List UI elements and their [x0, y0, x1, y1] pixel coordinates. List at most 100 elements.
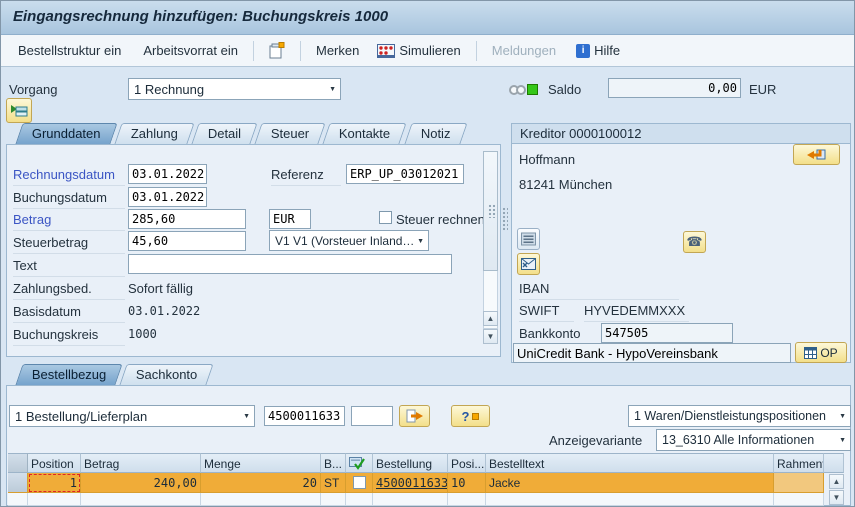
steuer-rechnen-checkbox[interactable]	[379, 211, 392, 224]
col-pos[interactable]: Posi...	[448, 453, 486, 473]
vendor-display-button[interactable]	[793, 144, 840, 165]
cell-pos[interactable]: 10	[448, 473, 486, 493]
tab-notiz[interactable]: Notiz	[403, 123, 467, 144]
anzeigevariante-select[interactable]: 13_6310 Alle Informationen ▼	[656, 429, 851, 451]
merken-button[interactable]: Merken	[309, 39, 366, 62]
phone-button[interactable]: ☎	[683, 231, 706, 253]
panel-splitter-handle[interactable]	[502, 207, 508, 231]
mail-button[interactable]	[517, 253, 540, 275]
tab-steuer[interactable]: Steuer	[254, 123, 326, 144]
zahlungsbed-value: Sofort fällig	[128, 281, 194, 296]
scroll-up-button[interactable]: ▲	[483, 311, 498, 326]
hilfe-button[interactable]: i Hilfe	[569, 39, 627, 62]
meldungen-button[interactable]: Meldungen	[485, 39, 563, 62]
toolbar-separator	[299, 40, 301, 61]
simulate-abacus-icon	[377, 43, 396, 58]
col-bme[interactable]: B...	[321, 453, 346, 473]
col-ok-flag[interactable]	[346, 453, 373, 473]
adopt-button[interactable]	[399, 405, 430, 427]
search-help-button[interactable]: ?	[451, 405, 490, 427]
zahlungsbed-label: Zahlungsbed.	[13, 281, 125, 300]
positionstyp-value: 1 Waren/Dienstleistungspositionen	[634, 409, 827, 423]
bestellstruktur-button[interactable]: Bestellstruktur ein	[11, 39, 128, 62]
tab-zahlung[interactable]: Zahlung	[114, 123, 195, 144]
title-bar: Eingangsrechnung hinzufügen: Buchungskre…	[1, 1, 854, 35]
tab-label: Notiz	[420, 126, 450, 141]
balance-status-lights	[509, 82, 538, 100]
scrollbar-thumb[interactable]	[483, 151, 498, 271]
tab-sachkonto[interactable]: Sachkonto	[119, 364, 215, 385]
table-row-empty[interactable]	[8, 493, 824, 506]
chevron-down-icon: ▼	[417, 238, 424, 245]
select-all-cell[interactable]	[8, 453, 28, 473]
betrag-input[interactable]: 285,60	[128, 209, 246, 229]
col-position[interactable]: Position	[28, 453, 81, 473]
bent-arrow-icon	[806, 149, 825, 160]
bankkonto-field[interactable]: 547505	[601, 323, 733, 343]
cell-ok-flag[interactable]	[346, 473, 373, 493]
scroll-up-icon: ▲	[486, 314, 495, 323]
buchungsdatum-input[interactable]: 03.01.2022	[128, 187, 207, 207]
steuerbetrag-input[interactable]: 45,60	[128, 231, 246, 251]
op-list-button[interactable]: OP	[795, 342, 847, 363]
swift-label: SWIFT	[519, 303, 574, 322]
po-structure-button[interactable]	[6, 98, 32, 123]
col-bestellung[interactable]: Bestellung	[373, 453, 448, 473]
list-icon	[521, 232, 536, 246]
col-menge[interactable]: Menge	[201, 453, 321, 473]
chevron-down-icon: ▼	[329, 86, 336, 93]
cell-rahmen[interactable]	[774, 473, 824, 493]
clipboard-button[interactable]	[262, 38, 292, 63]
bestellnummer-input[interactable]: 4500011633	[264, 406, 345, 426]
vorgang-select[interactable]: 1 Rechnung ▼	[128, 78, 341, 100]
swift-value: HYVEDEMMXXX	[584, 303, 689, 322]
tab-kontakte[interactable]: Kontakte	[322, 123, 408, 144]
tab-label: Kontakte	[339, 126, 391, 141]
table-row[interactable]: 1 240,00 20 ST 4500011633 10 Jacke	[8, 473, 824, 493]
arbeitsvorrat-button[interactable]: Arbeitsvorrat ein	[136, 39, 245, 62]
buchungskreis-value: 1000	[128, 327, 157, 341]
referenztyp-select[interactable]: 1 Bestellung/Lieferplan ▼	[9, 405, 255, 427]
ok-checkbox[interactable]	[352, 476, 366, 489]
cell-menge[interactable]: 20	[201, 473, 321, 493]
row-selector[interactable]	[8, 473, 28, 493]
tab-bestellbezug[interactable]: Bestellbezug	[15, 364, 124, 385]
col-rahmen[interactable]: Rahmenv	[774, 453, 824, 473]
tab-label: Grunddaten	[31, 126, 101, 141]
page-title: Eingangsrechnung hinzufügen: Buchungskre…	[13, 8, 389, 25]
row-selector[interactable]	[8, 493, 28, 506]
waehrung-input[interactable]: EUR	[269, 209, 311, 229]
simulieren-button[interactable]: Simulieren	[370, 39, 467, 62]
saldo-field: 0,00	[608, 78, 741, 98]
cell-bme[interactable]: ST	[321, 473, 346, 493]
table-scroll-down-button[interactable]: ▼	[829, 490, 844, 505]
bestellung-link[interactable]: 4500011633	[376, 476, 447, 490]
tab-label: Steuer	[270, 126, 310, 141]
rechnungsdatum-input[interactable]: 03.01.2022	[128, 164, 207, 184]
text-label: Text	[13, 258, 125, 277]
grip-dots-icon	[488, 204, 496, 218]
col-betrag[interactable]: Betrag	[81, 453, 201, 473]
tab-grunddaten[interactable]: Grunddaten	[15, 123, 118, 144]
address-list-button[interactable]	[517, 228, 540, 250]
steuerkennzeichen-select[interactable]: V1 V1 (Vorsteuer Inland… ▼	[269, 230, 429, 251]
cell-empty	[28, 493, 81, 506]
anzeigevariante-label: Anzeigevariante	[549, 433, 643, 448]
text-input[interactable]	[128, 254, 452, 274]
cell-empty	[448, 493, 486, 506]
position-input[interactable]	[351, 406, 393, 426]
cell-empty	[774, 493, 824, 506]
positionstyp-select[interactable]: 1 Waren/Dienstleistungspositionen ▼	[628, 405, 851, 427]
col-bestelltext[interactable]: Bestelltext	[486, 453, 774, 473]
cell-betrag[interactable]: 240,00	[81, 473, 201, 493]
table-scroll-up-button[interactable]: ▲	[829, 474, 844, 489]
scroll-down-button[interactable]: ▼	[483, 329, 498, 344]
rechnungsdatum-label: Rechnungsdatum	[13, 167, 125, 186]
cell-position[interactable]: 1	[28, 473, 81, 493]
kreditor-name: Hoffmann	[519, 152, 576, 167]
referenz-input[interactable]: ERP_UP_03012021	[346, 164, 464, 184]
tab-detail[interactable]: Detail	[191, 123, 258, 144]
cell-bestellung[interactable]: 4500011633	[373, 473, 448, 493]
cell-bestelltext[interactable]: Jacke	[486, 473, 774, 493]
chevron-down-icon: ▼	[839, 437, 846, 444]
